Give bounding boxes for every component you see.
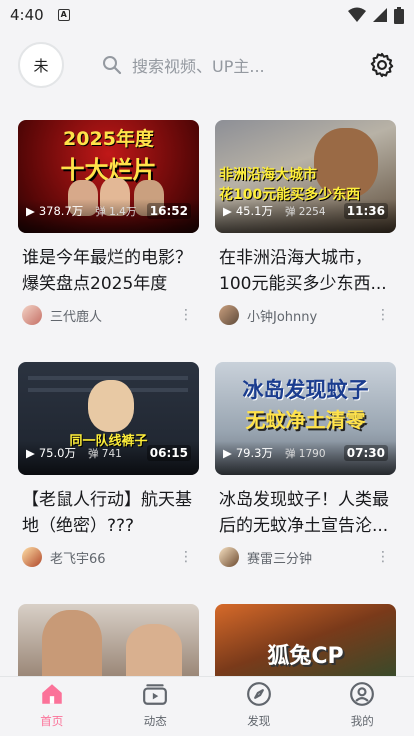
person-figure [42, 610, 102, 676]
play-icon: ▶ [223, 204, 232, 218]
view-count: 378.7万 [38, 204, 84, 218]
video-card[interactable]: 狐兔CP [215, 604, 396, 684]
person-figure [126, 624, 182, 676]
video-card[interactable]: 2025年度 十大烂片 ▶ 378.7万 弹 1.4万 16:52 谁是今年最烂… [18, 120, 199, 362]
video-author[interactable]: 老飞宇66 ⋮ [18, 547, 199, 567]
author-name: 老飞宇66 [50, 551, 106, 567]
dynamic-icon [143, 684, 168, 705]
nav-home[interactable]: 首页 [0, 677, 104, 736]
video-thumbnail[interactable]: 非洲沿海大城市 花100元能买多少东西 ▶ 45.1万 弹 2254 11:36 [215, 120, 396, 233]
author-avatar [22, 305, 42, 325]
video-duration: 07:30 [343, 445, 388, 461]
author-name: 赛雷三分钟 [247, 551, 313, 567]
user-avatar[interactable]: 未 [18, 42, 64, 88]
battery-icon [394, 6, 404, 24]
compass-icon [246, 682, 271, 706]
nav-mine-label: 我的 [350, 714, 374, 728]
video-card[interactable] [18, 604, 199, 684]
video-stats: ▶ 75.0万 弹 741 [26, 445, 122, 461]
nav-home-label: 首页 [40, 714, 64, 728]
video-author[interactable]: 赛雷三分钟 ⋮ [215, 547, 396, 567]
video-duration: 11:36 [343, 203, 388, 219]
author-name: 三代鹿人 [50, 309, 103, 325]
view-count: 79.3万 [235, 446, 273, 460]
search-icon [103, 56, 122, 75]
video-duration: 06:15 [146, 445, 191, 461]
more-options-icon[interactable]: ⋮ [179, 307, 193, 323]
video-title[interactable]: 谁是今年最烂的电影？爆笑盘点2025年度十... [18, 245, 199, 297]
wifi-icon [348, 7, 366, 22]
video-thumbnail[interactable]: 2025年度 十大烂片 ▶ 378.7万 弹 1.4万 16:52 [18, 120, 199, 233]
nav-mine[interactable]: 我的 [311, 677, 414, 736]
play-icon: ▶ [223, 446, 232, 460]
nav-discover-label: 发现 [247, 714, 271, 728]
danmu-count: 弹 2254 [284, 205, 326, 218]
danmu-count: 弹 741 [87, 447, 122, 460]
video-thumbnail[interactable]: 冰岛发现蚊子 无蚊净土清零 ▶ 79.3万 弹 1790 07:30 [215, 362, 396, 475]
nav-dynamic-label: 动态 [143, 714, 167, 728]
view-count: 75.0万 [38, 446, 76, 460]
hamster-figure [88, 380, 134, 432]
video-thumbnail[interactable]: 狐兔CP [215, 604, 396, 676]
video-author[interactable]: 小钟Johnny ⋮ [215, 305, 396, 325]
search-placeholder: 搜索视频、UP主... [132, 57, 265, 76]
video-title[interactable]: 在非洲沿海大城市，100元能买多少东西... [215, 245, 396, 297]
video-author[interactable]: 三代鹿人 ⋮ [18, 305, 199, 325]
notification-icon: A [57, 9, 70, 21]
video-stats: ▶ 45.1万 弹 2254 [223, 203, 326, 219]
author-avatar [219, 305, 239, 325]
more-options-icon[interactable]: ⋮ [376, 549, 390, 565]
avatar-label: 未 [33, 56, 49, 75]
thumbnail-caption: 狐兔CP [267, 644, 344, 669]
video-feed: 2025年度 十大烂片 ▶ 378.7万 弹 1.4万 16:52 谁是今年最烂… [18, 120, 396, 684]
bottom-navigation: 首页 动态 发现 我的 [0, 676, 414, 736]
top-header: 未 搜索视频、UP主... [0, 40, 414, 90]
nav-dynamic[interactable]: 动态 [104, 677, 208, 736]
thumbnail-caption: 无蚊净土清零 [245, 408, 366, 432]
video-thumbnail[interactable]: 同一队线裤子 ▶ 75.0万 弹 741 06:15 [18, 362, 199, 475]
more-options-icon[interactable]: ⋮ [376, 307, 390, 323]
video-card[interactable]: 同一队线裤子 ▶ 75.0万 弹 741 06:15 【老鼠人行动】航天基地（绝… [18, 362, 199, 604]
play-icon: ▶ [26, 446, 35, 460]
author-avatar [22, 547, 42, 567]
author-name: 小钟Johnny [247, 309, 318, 325]
video-title[interactable]: 【老鼠人行动】航天基地（绝密）???w→10... [18, 487, 199, 539]
thumbnail-caption: 冰岛发现蚊子 [242, 378, 369, 402]
status-icons [348, 6, 404, 24]
video-stats: ▶ 79.3万 弹 1790 [223, 445, 326, 461]
author-avatar [219, 547, 239, 567]
thumbnail-caption: 2025年度 [63, 128, 154, 150]
video-card[interactable]: 冰岛发现蚊子 无蚊净土清零 ▶ 79.3万 弹 1790 07:30 冰岛发现蚊… [215, 362, 396, 604]
signal-icon [373, 8, 387, 22]
view-count: 45.1万 [235, 204, 273, 218]
search-bar[interactable]: 搜索视频、UP主... [102, 53, 265, 77]
danmu-count: 弹 1790 [284, 447, 326, 460]
home-icon [42, 684, 62, 704]
more-options-icon[interactable]: ⋮ [179, 549, 193, 565]
video-stats: ▶ 378.7万 弹 1.4万 [26, 203, 136, 219]
video-duration: 16:52 [146, 203, 191, 219]
danmu-count: 弹 1.4万 [95, 205, 137, 218]
status-time: 4:40 [10, 6, 44, 24]
video-card[interactable]: 非洲沿海大城市 花100元能买多少东西 ▶ 45.1万 弹 2254 11:36… [215, 120, 396, 362]
thumbnail-caption: 非洲沿海大城市 [219, 167, 317, 183]
nav-discover[interactable]: 发现 [207, 677, 311, 736]
profile-icon [350, 682, 375, 706]
play-icon: ▶ [26, 204, 35, 218]
video-title[interactable]: 冰岛发现蚊子！人类最后的无蚊净土宣告沦... [215, 487, 396, 539]
status-bar: 4:40 A [0, 0, 414, 30]
video-thumbnail[interactable] [18, 604, 199, 676]
settings-gear-icon[interactable] [368, 51, 396, 79]
